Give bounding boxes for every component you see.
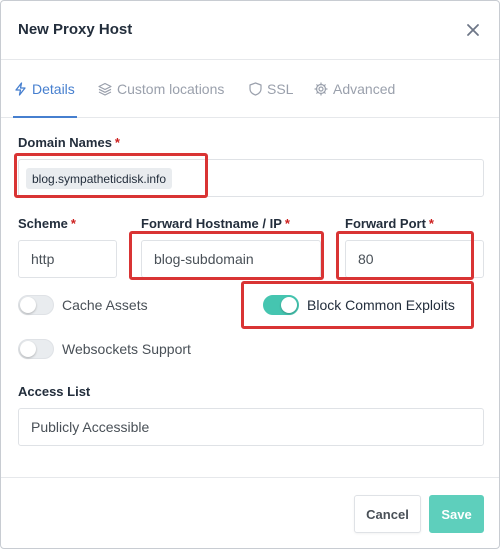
- forward-port-label: Forward Port *: [345, 216, 434, 231]
- cache-assets-toggle[interactable]: [18, 295, 54, 315]
- forward-port-label-text: Forward Port: [345, 216, 426, 231]
- scheme-select[interactable]: http: [18, 240, 117, 278]
- required-marker: *: [114, 135, 120, 150]
- access-list-select[interactable]: Publicly Accessible: [18, 408, 484, 446]
- domain-names-label-text: Domain Names: [18, 135, 112, 150]
- tab-ssl-label: SSL: [267, 81, 294, 97]
- gear-icon: [314, 82, 328, 96]
- domain-chip[interactable]: blog.sympatheticdisk.info: [26, 168, 173, 189]
- close-icon[interactable]: [465, 22, 481, 38]
- toggle-knob: [20, 297, 36, 313]
- cache-assets-label: Cache Assets: [62, 297, 148, 313]
- tab-bar: Details Custom locations SSL Advanced: [1, 60, 499, 118]
- required-marker: *: [70, 216, 76, 231]
- tab-advanced[interactable]: Advanced: [314, 79, 395, 99]
- websockets-support-toggle[interactable]: [18, 339, 54, 359]
- tab-advanced-label: Advanced: [333, 81, 396, 97]
- layers-icon: [98, 82, 112, 96]
- required-marker: *: [428, 216, 434, 231]
- toggle-knob: [20, 341, 36, 357]
- domain-names-label: Domain Names *: [18, 135, 120, 150]
- lightning-icon: [15, 82, 26, 96]
- cancel-button[interactable]: Cancel: [354, 495, 421, 533]
- tab-custom-locations-label: Custom locations: [117, 81, 225, 97]
- tab-custom-locations[interactable]: Custom locations: [98, 79, 224, 99]
- modal-footer: [1, 477, 499, 548]
- toggle-knob: [281, 297, 297, 313]
- block-common-exploits-toggle[interactable]: [263, 295, 299, 315]
- new-proxy-host-modal: New Proxy Host Details Custom locations …: [0, 0, 500, 549]
- tab-details-label: Details: [32, 81, 75, 97]
- block-common-exploits-label: Block Common Exploits: [307, 297, 455, 313]
- scheme-label-text: Scheme: [18, 216, 68, 231]
- active-tab-indicator: [13, 116, 77, 118]
- scheme-label: Scheme *: [18, 216, 76, 231]
- modal-title: New Proxy Host: [18, 21, 133, 38]
- shield-icon: [249, 82, 262, 96]
- save-button[interactable]: Save: [429, 495, 484, 533]
- tab-details[interactable]: Details: [14, 79, 75, 99]
- tab-ssl[interactable]: SSL: [249, 79, 293, 99]
- access-list-label: Access List: [18, 384, 91, 399]
- forward-port-input[interactable]: 80: [345, 240, 484, 278]
- websockets-support-label: Websockets Support: [62, 341, 191, 357]
- forward-hostname-label-text: Forward Hostname / IP: [141, 216, 282, 231]
- forward-hostname-label: Forward Hostname / IP *: [141, 216, 290, 231]
- required-marker: *: [284, 216, 290, 231]
- forward-hostname-input[interactable]: blog-subdomain: [141, 240, 321, 278]
- modal-header: New Proxy Host: [1, 1, 499, 60]
